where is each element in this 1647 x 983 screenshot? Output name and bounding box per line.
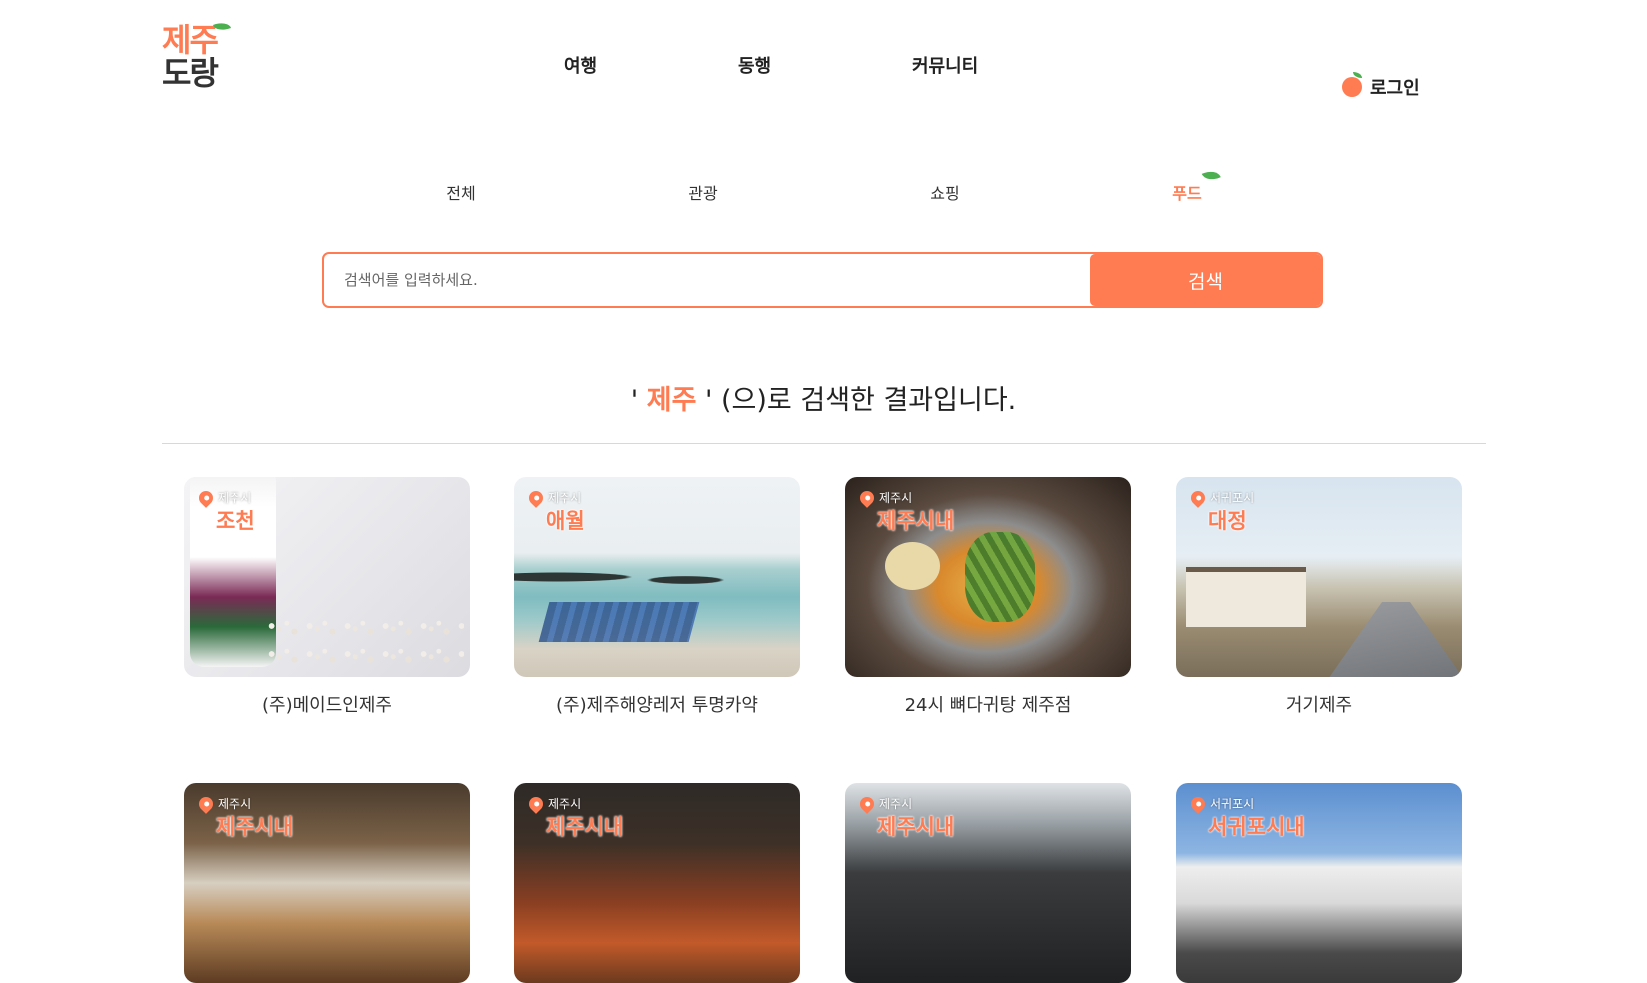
logo-text-top: 제주: [162, 21, 219, 59]
potato-graphic: [885, 542, 940, 590]
card-region: 제주시: [548, 797, 582, 811]
category-tab-shopping[interactable]: 쇼핑: [930, 180, 959, 204]
category-tab-food-label: 푸드: [1172, 184, 1202, 203]
result-card[interactable]: 제주시 조천 (주)메이드인제주: [184, 477, 470, 717]
map-pin-icon: [526, 794, 546, 814]
card-area: 서귀포시내: [1208, 815, 1305, 839]
leaf-icon: [1202, 167, 1222, 184]
search-input[interactable]: [324, 254, 1090, 306]
card-area: 제주시내: [216, 815, 294, 839]
map-pin-icon: [857, 794, 877, 814]
map-pin-icon: [857, 488, 877, 508]
category-tab-food[interactable]: 푸드: [1172, 167, 1222, 204]
tangerine-icon: [1342, 72, 1362, 97]
result-card[interactable]: 제주시 제주시내: [184, 783, 470, 983]
login-button[interactable]: 로그인: [1342, 72, 1420, 100]
divider: [162, 443, 1486, 444]
card-region: 제주시: [548, 491, 582, 505]
card-image: 제주시 조천: [184, 477, 470, 677]
road-graphic: [1326, 602, 1462, 677]
logo-text-bottom: 도랑: [162, 54, 219, 92]
card-image: 제주시 제주시내: [184, 783, 470, 983]
card-name: (주)제주해양레저 투명카약: [556, 695, 758, 716]
map-pin-icon: [1188, 488, 1208, 508]
card-name: 거기제주: [1285, 695, 1353, 716]
nav-companion[interactable]: 동행: [738, 52, 771, 78]
result-card[interactable]: 제주시 제주시내: [514, 783, 800, 983]
map-pin-icon: [526, 488, 546, 508]
kayak-dock-graphic: [538, 602, 700, 642]
card-area: 조천: [216, 509, 255, 533]
result-keyword: 제주: [646, 385, 697, 416]
result-card[interactable]: 제주시 애월 (주)제주해양레저 투명카약: [514, 477, 800, 717]
card-area: 애월: [546, 509, 585, 533]
rocks-graphic: [514, 562, 800, 592]
result-heading: ' 제주 ' (으)로 검색한 결과입니다.: [0, 378, 1647, 417]
map-pin-icon: [196, 794, 216, 814]
category-tab-tour[interactable]: 관광: [688, 180, 717, 204]
greens-graphic: [965, 532, 1035, 622]
house-graphic: [1186, 567, 1306, 627]
nav-travel[interactable]: 여행: [564, 52, 597, 78]
card-image: 제주시 제주시내: [514, 783, 800, 983]
result-card[interactable]: 서귀포시 서귀포시내: [1176, 783, 1462, 983]
card-region: 서귀포시: [1210, 797, 1255, 811]
map-pin-icon: [1188, 794, 1208, 814]
card-region: 제주시: [218, 797, 252, 811]
result-card[interactable]: 서귀포시 대정 거기제주: [1176, 477, 1462, 717]
card-region: 제주시: [879, 491, 913, 505]
search-button[interactable]: 검색: [1090, 254, 1321, 306]
card-area: 제주시내: [877, 815, 955, 839]
card-area: 제주시내: [546, 815, 624, 839]
card-region: 서귀포시: [1210, 491, 1255, 505]
card-area: 대정: [1208, 509, 1247, 533]
card-image: 제주시 제주시내: [845, 783, 1131, 983]
card-image: 서귀포시 대정: [1176, 477, 1462, 677]
card-name: 24시 뼈다귀탕 제주점: [904, 695, 1072, 716]
search-bar: 검색: [322, 252, 1323, 308]
card-region: 제주시: [879, 797, 913, 811]
card-image: 제주시 애월: [514, 477, 800, 677]
card-area: 제주시내: [877, 509, 955, 533]
result-card[interactable]: 제주시 제주시내: [845, 783, 1131, 983]
card-name: (주)메이드인제주: [262, 695, 392, 716]
pills-graphic: [264, 612, 464, 672]
logo[interactable]: 제주 도랑: [162, 19, 242, 94]
login-label: 로그인: [1370, 78, 1420, 99]
result-quote-open: ': [630, 385, 647, 416]
category-tab-all[interactable]: 전체: [446, 180, 475, 204]
card-image: 서귀포시 서귀포시내: [1176, 783, 1462, 983]
card-region: 제주시: [218, 491, 252, 505]
card-image: 제주시 제주시내: [845, 477, 1131, 677]
result-card[interactable]: 제주시 제주시내 24시 뼈다귀탕 제주점: [845, 477, 1131, 717]
result-heading-text: ' (으)로 검색한 결과입니다.: [696, 385, 1017, 416]
nav-community[interactable]: 커뮤니티: [912, 52, 978, 78]
